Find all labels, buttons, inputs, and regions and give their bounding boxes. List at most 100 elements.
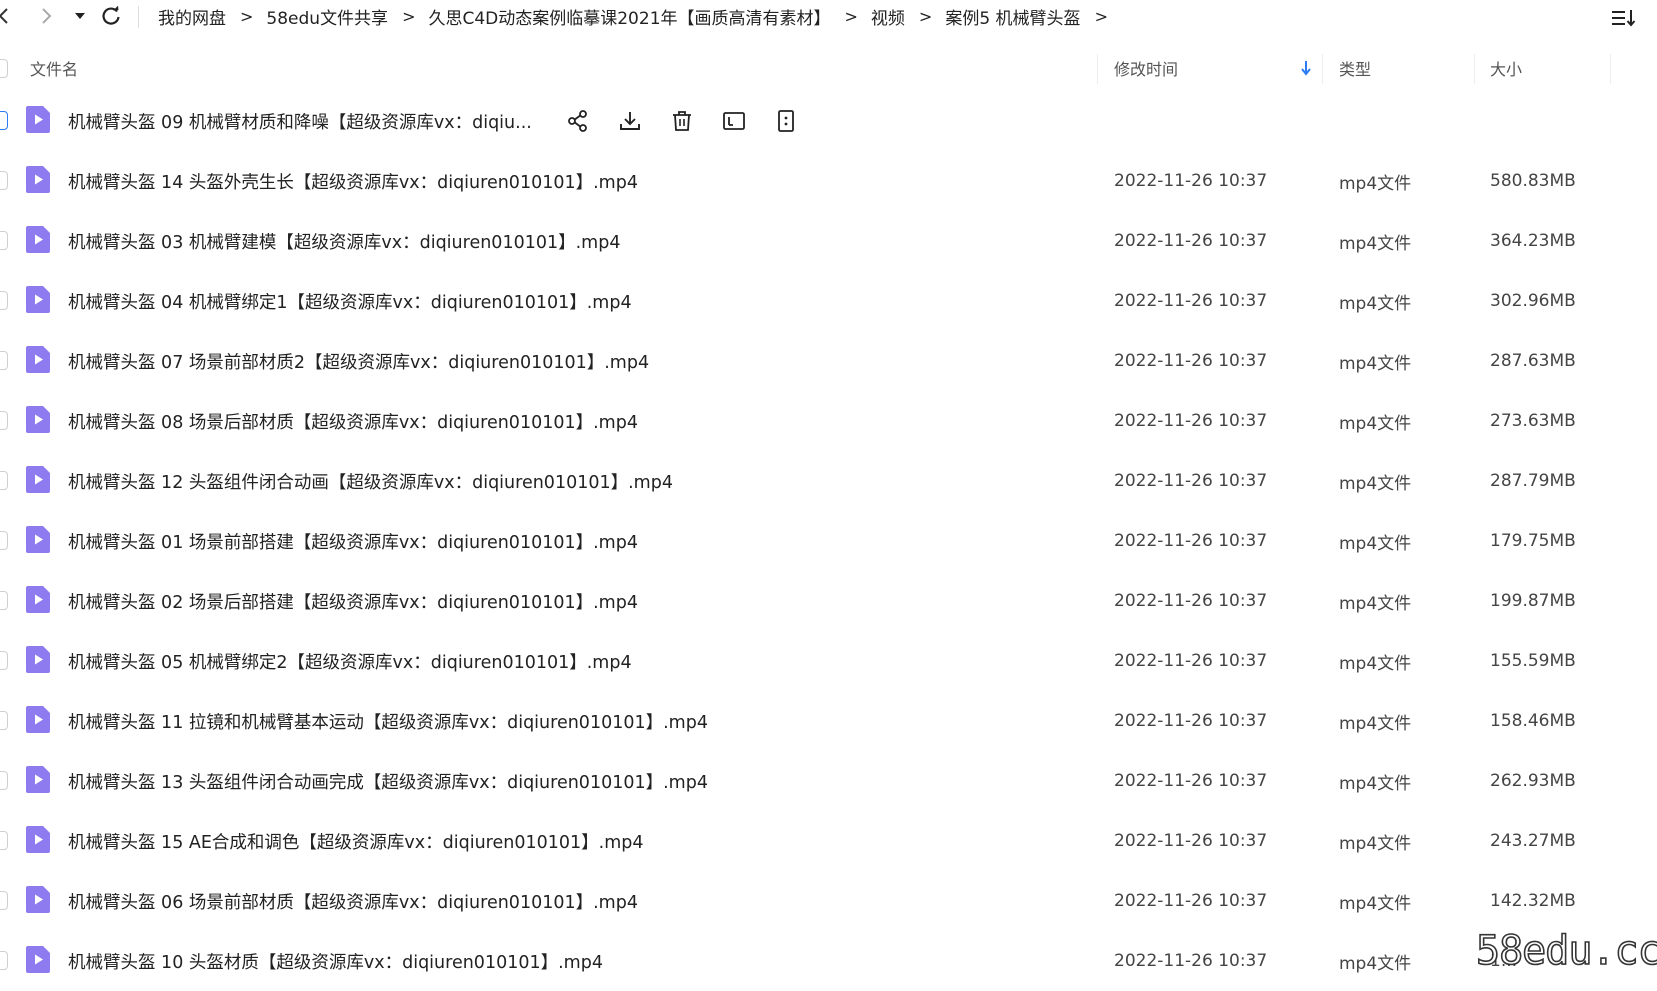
row-checkbox[interactable]: [0, 531, 8, 550]
column-modified[interactable]: 修改时间: [1114, 50, 1178, 86]
column-size[interactable]: 大小: [1490, 50, 1522, 86]
file-row[interactable]: 机械臂头盔 06 场景前部材质【超级资源库vx：diqiuren010101】.…: [0, 871, 1657, 931]
file-size: 580.83MB: [1490, 171, 1576, 191]
rename-button[interactable]: [720, 107, 748, 135]
file-modified: 2022-11-26 10:37: [1114, 291, 1268, 311]
file-size: 262.93MB: [1490, 771, 1576, 791]
file-row[interactable]: 机械臂头盔 13 头盔组件闭合动画完成【超级资源库vx：diqiuren0101…: [0, 751, 1657, 811]
file-row[interactable]: 机械臂头盔 03 机械臂建模【超级资源库vx：diqiuren010101】.m…: [0, 211, 1657, 271]
file-modified: 2022-11-26 10:37: [1114, 771, 1268, 791]
row-checkbox[interactable]: [0, 171, 8, 190]
breadcrumb-separator: >: [844, 6, 858, 26]
video-file-icon: [26, 586, 50, 613]
video-file-icon: [26, 106, 50, 133]
file-name[interactable]: 机械臂头盔 13 头盔组件闭合动画完成【超级资源库vx：diqiuren0101…: [68, 751, 708, 811]
file-name[interactable]: 机械臂头盔 03 机械臂建模【超级资源库vx：diqiuren010101】.m…: [68, 211, 620, 271]
row-checkbox[interactable]: [0, 651, 8, 670]
row-checkbox[interactable]: [0, 231, 8, 250]
file-name[interactable]: 机械臂头盔 12 头盔组件闭合动画【超级资源库vx：diqiuren010101…: [68, 451, 673, 511]
file-name[interactable]: 机械臂头盔 06 场景前部材质【超级资源库vx：diqiuren010101】.…: [68, 871, 638, 931]
row-checkbox[interactable]: [0, 951, 8, 970]
back-button[interactable]: [0, 2, 14, 30]
file-type: mp4文件: [1339, 893, 1412, 914]
file-size: 155.59MB: [1490, 651, 1576, 671]
file-size: 273.63MB: [1490, 411, 1576, 431]
column-divider: [1322, 54, 1323, 84]
row-checkbox[interactable]: [0, 891, 8, 910]
file-row[interactable]: 机械臂头盔 10 头盔材质【超级资源库vx：diqiuren010101】.mp…: [0, 931, 1657, 991]
row-checkbox[interactable]: [0, 291, 8, 310]
breadcrumb-item-video[interactable]: 视频: [871, 4, 905, 29]
video-file-icon: [26, 526, 50, 553]
file-name[interactable]: 机械臂头盔 05 机械臂绑定2【超级资源库vx：diqiuren010101】.…: [68, 631, 632, 691]
rename-icon: [723, 112, 745, 130]
file-name[interactable]: 机械臂头盔 01 场景前部搭建【超级资源库vx：diqiuren010101】.…: [68, 511, 638, 571]
caret-down-icon: [75, 13, 85, 19]
select-all-checkbox[interactable]: [0, 59, 8, 78]
file-name[interactable]: 机械臂头盔 15 AE合成和调色【超级资源库vx：diqiuren010101】…: [68, 811, 644, 871]
delete-button[interactable]: [668, 107, 696, 135]
file-row[interactable]: 机械臂头盔 15 AE合成和调色【超级资源库vx：diqiuren010101】…: [0, 811, 1657, 871]
file-modified: 2022-11-26 10:37: [1114, 471, 1268, 491]
history-dropdown-button[interactable]: [70, 2, 90, 30]
share-button[interactable]: [564, 107, 592, 135]
breadcrumb-separator: >: [1094, 6, 1108, 26]
refresh-button[interactable]: [98, 2, 124, 30]
file-row[interactable]: 机械臂头盔 01 场景前部搭建【超级资源库vx：diqiuren010101】.…: [0, 511, 1657, 571]
row-checkbox[interactable]: [0, 471, 8, 490]
column-divider: [1474, 54, 1475, 84]
row-checkbox[interactable]: [0, 771, 8, 790]
file-size: 287.79MB: [1490, 471, 1576, 491]
file-row[interactable]: 机械臂头盔 07 场景前部材质2【超级资源库vx：diqiuren010101】…: [0, 331, 1657, 391]
file-type: mp4文件: [1339, 773, 1412, 794]
column-header: 文件名 修改时间 类型 大小: [0, 50, 1657, 86]
file-size: 243.27MB: [1490, 831, 1576, 851]
sort-descending-indicator[interactable]: [1300, 50, 1312, 86]
file-type: mp4文件: [1339, 473, 1412, 494]
forward-button[interactable]: [34, 2, 58, 30]
row-checkbox[interactable]: [0, 411, 8, 430]
breadcrumb-item-course[interactable]: 久思C4D动态案例临摹课2021年【画质高清有素材】: [428, 4, 830, 29]
breadcrumb-item-current[interactable]: 案例5 机械臂头盔: [945, 4, 1080, 29]
file-row[interactable]: 机械臂头盔 02 场景后部搭建【超级资源库vx：diqiuren010101】.…: [0, 571, 1657, 631]
file-row[interactable]: 机械臂头盔 14 头盔外壳生长【超级资源库vx：diqiuren010101】.…: [0, 151, 1657, 211]
file-row[interactable]: 机械臂头盔 11 拉镜和机械臂基本运动【超级资源库vx：diqiuren0101…: [0, 691, 1657, 751]
file-name[interactable]: 机械臂头盔 08 场景后部材质【超级资源库vx：diqiuren010101】.…: [68, 391, 638, 451]
file-modified: 2022-11-26 10:37: [1114, 831, 1268, 851]
file-size: 142.32MB: [1490, 891, 1576, 911]
row-checkbox[interactable]: [0, 831, 8, 850]
file-name[interactable]: 机械臂头盔 11 拉镜和机械臂基本运动【超级资源库vx：diqiuren0101…: [68, 691, 708, 751]
file-row-hovered[interactable]: 机械臂头盔 09 机械臂材质和降噪【超级资源库vx：diqiu...: [0, 91, 1657, 151]
column-type[interactable]: 类型: [1339, 50, 1371, 86]
file-modified: 2022-11-26 10:37: [1114, 891, 1268, 911]
file-name[interactable]: 机械臂头盔 04 机械臂绑定1【超级资源库vx：diqiuren010101】.…: [68, 271, 632, 331]
file-row[interactable]: 机械臂头盔 05 机械臂绑定2【超级资源库vx：diqiuren010101】.…: [0, 631, 1657, 691]
more-button[interactable]: [772, 107, 800, 135]
video-file-icon: [26, 946, 50, 973]
file-modified: 2022-11-26 10:37: [1114, 171, 1268, 191]
sort-menu-button[interactable]: [1609, 4, 1637, 32]
video-file-icon: [26, 226, 50, 253]
file-row[interactable]: 机械臂头盔 04 机械臂绑定1【超级资源库vx：diqiuren010101】.…: [0, 271, 1657, 331]
row-checkbox[interactable]: [0, 111, 8, 130]
file-type: mp4文件: [1339, 233, 1412, 254]
chevron-left-icon: [0, 8, 8, 24]
video-file-icon: [26, 346, 50, 373]
row-checkbox[interactable]: [0, 351, 8, 370]
column-name[interactable]: 文件名: [30, 50, 78, 86]
file-name[interactable]: 机械臂头盔 09 机械臂材质和降噪【超级资源库vx：diqiu...: [68, 91, 532, 151]
breadcrumb-item-root[interactable]: 我的网盘: [158, 4, 226, 29]
file-name[interactable]: 机械臂头盔 10 头盔材质【超级资源库vx：diqiuren010101】.mp…: [68, 931, 603, 991]
file-modified: 2022-11-26 10:37: [1114, 411, 1268, 431]
file-row[interactable]: 机械臂头盔 08 场景后部材质【超级资源库vx：diqiuren010101】.…: [0, 391, 1657, 451]
row-checkbox[interactable]: [0, 591, 8, 610]
download-button[interactable]: [616, 107, 644, 135]
file-name[interactable]: 机械臂头盔 14 头盔外壳生长【超级资源库vx：diqiuren010101】.…: [68, 151, 638, 211]
file-name[interactable]: 机械臂头盔 02 场景后部搭建【超级资源库vx：diqiuren010101】.…: [68, 571, 638, 631]
breadcrumb-item-share[interactable]: 58edu文件共享: [266, 4, 388, 29]
file-name[interactable]: 机械臂头盔 07 场景前部材质2【超级资源库vx：diqiuren010101】…: [68, 331, 649, 391]
top-toolbar: 我的网盘 > 58edu文件共享 > 久思C4D动态案例临摹课2021年【画质高…: [0, 0, 1657, 34]
arrow-down-icon: [1301, 61, 1311, 76]
row-checkbox[interactable]: [0, 711, 8, 730]
file-row[interactable]: 机械臂头盔 12 头盔组件闭合动画【超级资源库vx：diqiuren010101…: [0, 451, 1657, 511]
